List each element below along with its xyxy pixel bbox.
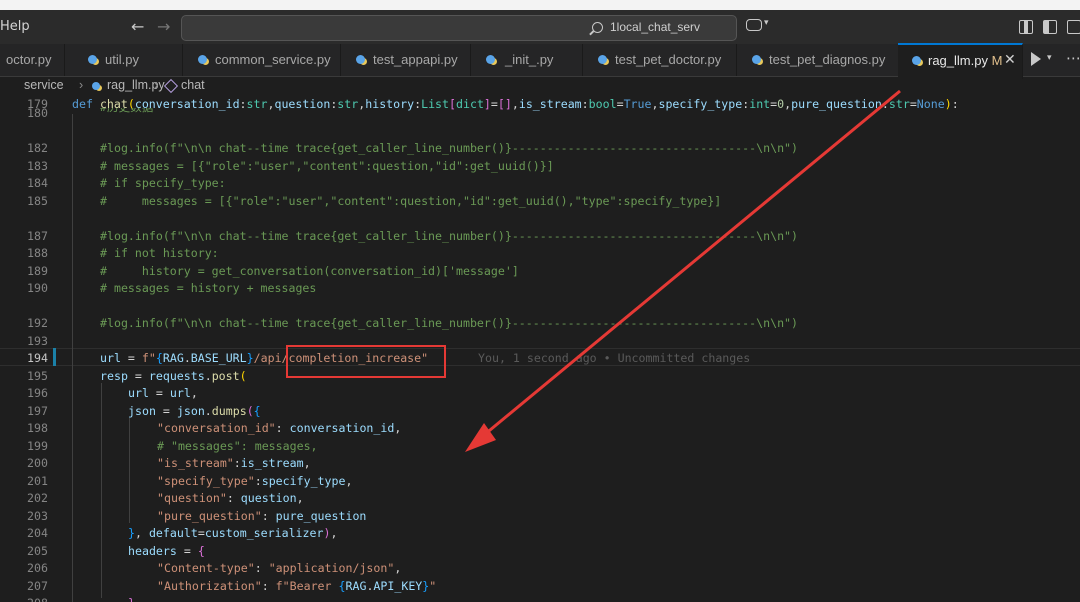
annotation-arrow [465,89,901,452]
arrow-shaft [477,89,901,442]
